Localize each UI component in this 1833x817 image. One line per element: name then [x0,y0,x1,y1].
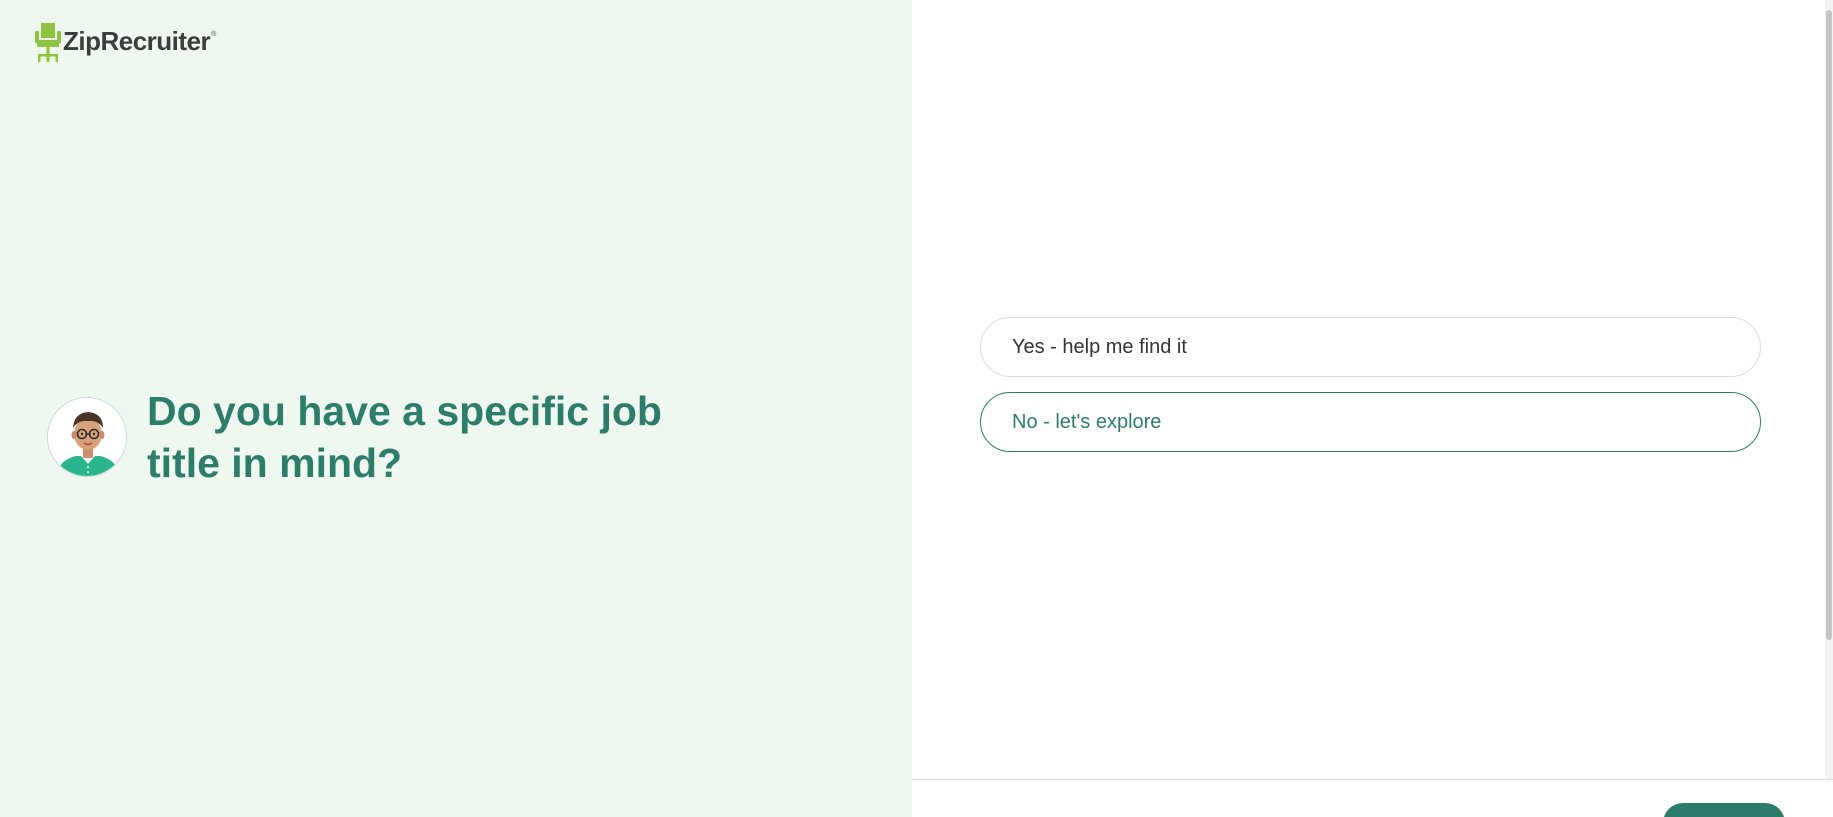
option-no-label: No - let's explore [1012,410,1162,433]
page: ZipRecruiter ® Do you have a specific jo… [0,0,1833,817]
answer-panel: Yes - help me find it No - let's explore… [912,0,1833,817]
ziprecruiter-logo[interactable]: ZipRecruiter ® [35,23,216,63]
question-heading: Do you have a specific job title in mind… [147,388,662,486]
next-button[interactable]: Next [1663,803,1785,817]
scrollbar-thumb[interactable] [1826,10,1832,640]
footer-divider [912,779,1833,780]
option-no-button[interactable]: No - let's explore [980,392,1761,452]
option-yes-button[interactable]: Yes - help me find it [980,317,1761,377]
option-yes-label: Yes - help me find it [1012,335,1187,358]
question-panel: ZipRecruiter ® Do you have a specific jo… [0,0,912,817]
answer-options: Yes - help me find it No - let's explore [980,317,1761,452]
registered-mark: ® [211,31,217,38]
scrollbar[interactable] [1825,0,1833,779]
office-chair-icon [35,23,61,62]
question-block: Do you have a specific job title in mind… [47,385,687,489]
assistant-avatar-icon [47,397,127,477]
logo-wordmark: ZipRecruiter [63,26,211,56]
